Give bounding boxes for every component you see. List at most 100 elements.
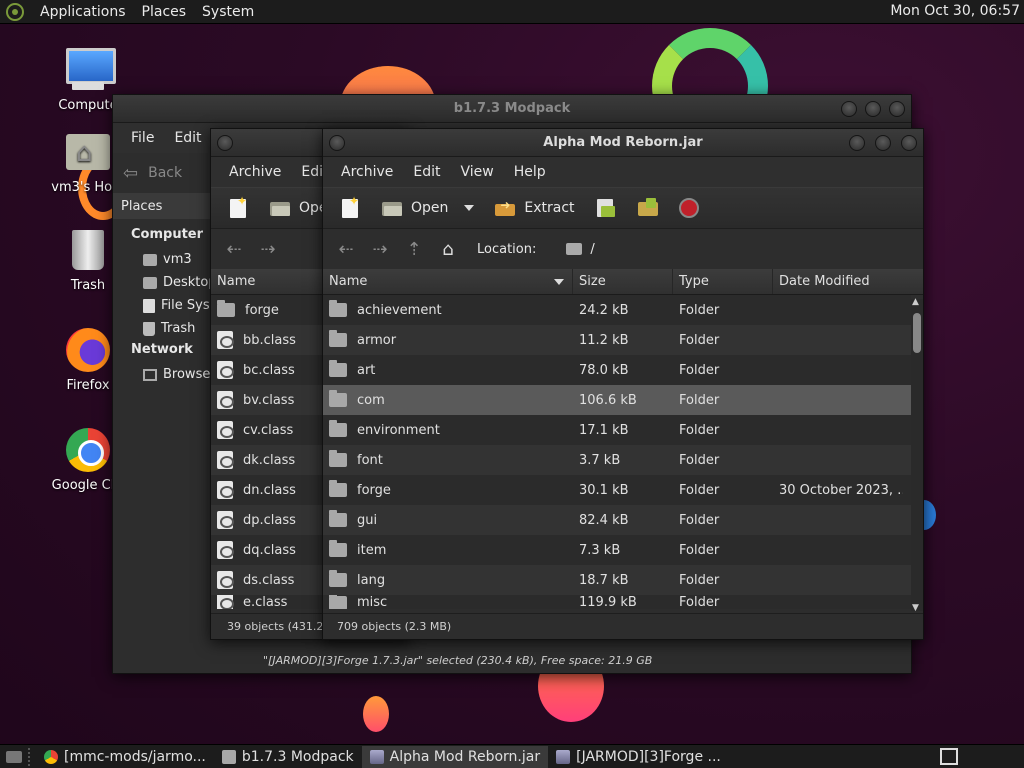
minimize-button[interactable] xyxy=(841,101,857,117)
places-menu[interactable]: Places xyxy=(134,4,195,20)
column-type[interactable]: Type xyxy=(673,269,773,294)
file-name: environment xyxy=(357,422,440,438)
taskbar-item-chrome[interactable]: [mmc-mods/jarmo... xyxy=(36,746,214,768)
cell-type: Folder xyxy=(679,392,720,408)
back-arrow-icon[interactable]: ⇦ xyxy=(123,163,138,184)
open-dropdown-icon[interactable] xyxy=(464,205,475,211)
scrollbar-thumb[interactable] xyxy=(913,313,921,353)
window-button[interactable] xyxy=(217,135,233,151)
close-button[interactable] xyxy=(889,101,905,117)
table-row[interactable]: item 7.3 kB Folder xyxy=(323,535,911,565)
menu-edit[interactable]: Edit xyxy=(164,130,211,146)
class-file-icon xyxy=(217,391,234,409)
cell-size: 11.2 kB xyxy=(579,332,629,348)
chrome-icon xyxy=(44,749,58,764)
desktop-icon-label: Firefox xyxy=(66,378,110,393)
menu-file[interactable]: File xyxy=(121,130,164,146)
maximize-button[interactable] xyxy=(875,135,891,151)
workspace-switcher-icon[interactable] xyxy=(940,748,958,765)
folder-icon xyxy=(217,300,235,317)
class-file-icon xyxy=(217,571,234,589)
cell-name: environment xyxy=(323,420,573,438)
table-row[interactable]: forge 30.1 kB Folder 30 October 2023, … xyxy=(323,475,911,505)
table-row[interactable]: gui 82.4 kB Folder xyxy=(323,505,911,535)
table-row[interactable]: achievement 24.2 kB Folder xyxy=(323,295,911,325)
home-icon xyxy=(143,253,157,266)
class-file-icon xyxy=(217,481,234,499)
file-name: dp.class xyxy=(243,512,296,528)
column-size[interactable]: Size xyxy=(573,269,673,294)
minimize-button[interactable] xyxy=(849,135,865,151)
scroll-down-icon[interactable]: ▼ xyxy=(912,603,919,613)
column-date[interactable]: Date Modified xyxy=(773,269,913,294)
folder-icon xyxy=(329,330,347,347)
forward-arrow-icon[interactable]: ⇢ xyxy=(365,235,395,263)
window-titlebar[interactable]: b1.7.3 Modpack xyxy=(113,95,911,123)
menu-archive[interactable]: Archive xyxy=(219,164,291,180)
column-name[interactable]: Name xyxy=(323,269,573,294)
home-icon[interactable]: ⌂ xyxy=(433,235,463,263)
cell-name: misc xyxy=(323,595,573,609)
file-name: cv.class xyxy=(243,422,294,438)
back-button[interactable]: Back xyxy=(148,165,182,181)
scroll-up-icon[interactable]: ▲ xyxy=(912,297,919,307)
cell-name: armor xyxy=(323,330,573,348)
class-file-icon xyxy=(217,361,234,379)
menu-view[interactable]: View xyxy=(451,164,504,180)
window-titlebar[interactable]: Alpha Mod Reborn.jar xyxy=(323,129,923,157)
new-archive-button[interactable] xyxy=(219,193,257,223)
table-row[interactable]: com 106.6 kB Folder xyxy=(323,385,911,415)
back-arrow-icon[interactable]: ⇠ xyxy=(331,235,361,263)
open-button[interactable]: Open xyxy=(373,193,456,223)
up-arrow-icon[interactable]: ⇡ xyxy=(399,235,429,263)
taskbar-item-alpha-archive[interactable]: Alpha Mod Reborn.jar xyxy=(361,745,549,768)
table-row[interactable]: environment 17.1 kB Folder xyxy=(323,415,911,445)
applications-menu[interactable]: Applications xyxy=(32,4,134,20)
file-name: armor xyxy=(357,332,397,348)
menu-help[interactable]: Help xyxy=(504,164,556,180)
menubar: Archive Edit View Help xyxy=(323,157,923,187)
file-name: ds.class xyxy=(243,572,295,588)
close-button[interactable] xyxy=(901,135,917,151)
taskbar-item-forge-archive[interactable]: [JARMOD][3]Forge ... xyxy=(548,746,729,768)
maximize-button[interactable] xyxy=(865,101,881,117)
new-archive-button[interactable] xyxy=(331,193,369,223)
taskbar-item-label: [JARMOD][3]Forge ... xyxy=(576,748,721,765)
vertical-scrollbar[interactable]: ▲ ▼ xyxy=(911,297,923,613)
firefox-icon xyxy=(64,326,112,374)
window-menu-button[interactable] xyxy=(329,135,345,151)
file-name: achievement xyxy=(357,302,442,318)
forward-arrow-icon[interactable]: ⇢ xyxy=(253,235,283,263)
menu-archive[interactable]: Archive xyxy=(331,164,403,180)
location-label: Location: xyxy=(477,241,537,257)
cell-type: Folder xyxy=(679,422,720,438)
home-folder-icon xyxy=(64,128,112,176)
table-row[interactable]: font 3.7 kB Folder xyxy=(323,445,911,475)
clock[interactable]: Mon Oct 30, 06:57 xyxy=(890,3,1020,19)
file-name: bb.class xyxy=(243,332,296,348)
cell-name: art xyxy=(323,360,573,378)
add-files-button[interactable] xyxy=(587,193,625,223)
location-field[interactable]: / xyxy=(566,241,595,257)
stop-button[interactable] xyxy=(671,194,707,222)
extract-button[interactable]: Extract xyxy=(486,193,582,223)
cell-size: 119.9 kB xyxy=(579,595,637,609)
system-menu[interactable]: System xyxy=(194,4,262,20)
top-panel: Applications Places System Mon Oct 30, 0… xyxy=(0,0,1024,24)
cell-name: achievement xyxy=(323,300,573,318)
table-row[interactable]: misc 119.9 kB Folder xyxy=(323,595,911,609)
distro-logo-icon[interactable] xyxy=(6,2,24,21)
places-dropdown[interactable]: Places xyxy=(113,193,213,219)
sort-descending-icon xyxy=(554,278,564,285)
table-row[interactable]: art 78.0 kB Folder xyxy=(323,355,911,385)
table-row[interactable]: lang 18.7 kB Folder xyxy=(323,565,911,595)
table-row[interactable]: armor 11.2 kB Folder xyxy=(323,325,911,355)
back-arrow-icon[interactable]: ⇠ xyxy=(219,235,249,263)
menu-edit[interactable]: Edit xyxy=(403,164,450,180)
sidebar-item-label: File Syst xyxy=(161,298,215,313)
show-desktop-button[interactable] xyxy=(0,746,28,768)
taskbar-item-file-manager[interactable]: b1.7.3 Modpack xyxy=(214,746,362,768)
file-name: gui xyxy=(357,512,378,528)
location-value: / xyxy=(590,241,595,257)
add-folder-button[interactable] xyxy=(629,193,667,223)
